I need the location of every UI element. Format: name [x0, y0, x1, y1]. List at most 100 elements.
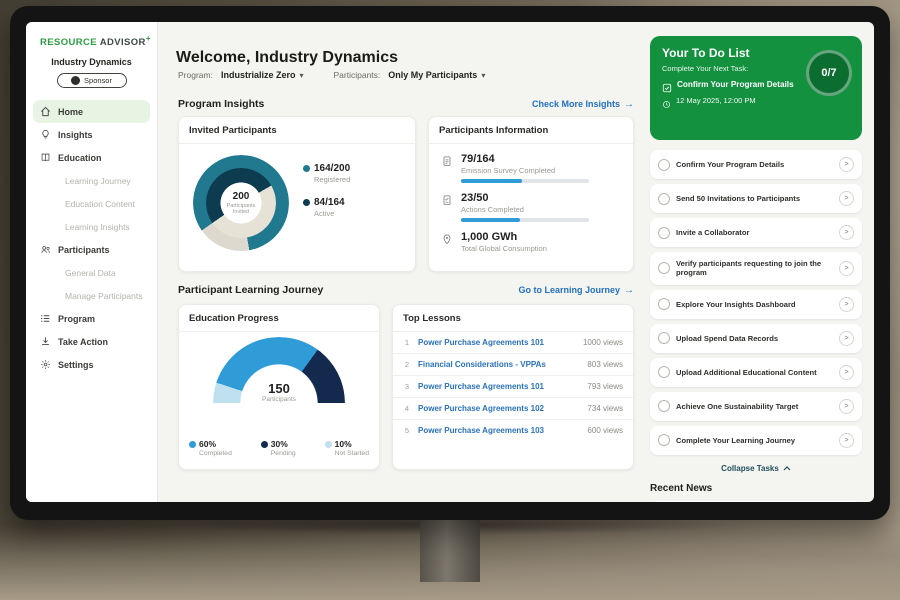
chevron-right-icon[interactable]: > [839, 365, 854, 380]
sidebar-item-home[interactable]: Home [33, 100, 150, 123]
task-item[interactable]: Confirm Your Program Details > [650, 150, 862, 179]
lesson-rank: 3 [403, 382, 411, 391]
chevron-right-icon[interactable]: > [839, 297, 854, 312]
top-lessons-card: Top Lessons 1 Power Purchase Agreements … [392, 304, 634, 470]
lesson-row[interactable]: 4 Power Purchase Agreements 102 734 view… [393, 398, 633, 420]
lesson-link[interactable]: Power Purchase Agreements 101 [418, 338, 576, 347]
legend-label: Not Started [335, 450, 369, 457]
sidebar-item-label: Insights [58, 130, 93, 140]
task-item[interactable]: Upload Spend Data Records > [650, 324, 862, 353]
sidebar-item-education-content[interactable]: Education Content [33, 192, 150, 215]
sidebar-item-settings[interactable]: Settings [33, 353, 150, 376]
checkbox-icon[interactable] [658, 193, 670, 205]
todo-next-task[interactable]: Confirm Your Program Details [662, 80, 802, 90]
go-to-learning-journey-link[interactable]: Go to Learning Journey → [518, 285, 634, 296]
lesson-views: 734 views [587, 404, 623, 413]
todo-panel: Your To Do List Complete Your Next Task:… [650, 22, 862, 502]
lesson-row[interactable]: 2 Financial Considerations - VPPAs 803 v… [393, 354, 633, 376]
task-label: Complete Your Learning Journey [676, 436, 833, 445]
lesson-link[interactable]: Power Purchase Agreements 101 [418, 382, 580, 391]
task-item[interactable]: Upload Additional Educational Content > [650, 358, 862, 387]
logo-secondary: ADVISOR [100, 37, 146, 48]
donut-center: 200 Participants Invited [219, 181, 263, 225]
legend-dot [325, 441, 332, 448]
task-item[interactable]: Complete Your Learning Journey > [650, 426, 862, 455]
checkbox-icon[interactable] [658, 227, 670, 239]
task-list: Confirm Your Program Details > Send 50 I… [650, 150, 862, 455]
sidebar-item-program[interactable]: Program [33, 307, 150, 330]
program-select[interactable]: Industrialize Zero ▾ [221, 70, 304, 80]
lesson-row[interactable]: 3 Power Purchase Agreements 101 793 view… [393, 376, 633, 398]
checkbox-icon[interactable] [658, 298, 670, 310]
task-item[interactable]: Explore Your Insights Dashboard > [650, 290, 862, 319]
recent-news-card[interactable] [650, 501, 862, 502]
legend-value: 10% [335, 439, 352, 449]
sponsor-badge[interactable]: Sponsor [57, 73, 127, 88]
task-item[interactable]: Achieve One Sustainability Target > [650, 392, 862, 421]
checkbox-icon[interactable] [658, 332, 670, 344]
lesson-row[interactable]: 1 Power Purchase Agreements 101 1000 vie… [393, 332, 633, 354]
link-label: Check More Insights [532, 99, 620, 109]
progress-bar [461, 218, 589, 222]
participants-select[interactable]: Only My Participants ▾ [388, 70, 485, 80]
sidebar-item-label: Learning Insights [65, 222, 130, 232]
checkbox-icon[interactable] [658, 434, 670, 446]
invited-participants-card: Invited Participants 200 Participants In… [178, 116, 416, 272]
app-logo: RESOURCE ADVISOR+ [26, 22, 157, 48]
legend-dot [303, 199, 310, 206]
legend-item-active: 84/164 Active [303, 197, 350, 218]
check-more-insights-link[interactable]: Check More Insights → [532, 99, 634, 110]
task-item[interactable]: Invite a Collaborator > [650, 218, 862, 247]
lesson-rank: 1 [403, 338, 411, 347]
link-label: Go to Learning Journey [518, 285, 620, 295]
chevron-right-icon[interactable]: > [839, 157, 854, 172]
donut-center-value: 200 [233, 191, 250, 202]
chevron-right-icon[interactable]: > [839, 261, 854, 276]
collapse-tasks-button[interactable]: Collapse Tasks [650, 464, 862, 473]
lesson-row[interactable]: 5 Power Purchase Agreements 103 600 view… [393, 420, 633, 441]
sidebar-item-learning-journey[interactable]: Learning Journey [33, 169, 150, 192]
sidebar-item-label: Participants [58, 245, 110, 255]
stat-global-consumption: 1,000 GWh Total Global Consumption [429, 222, 633, 253]
chevron-right-icon[interactable]: > [839, 433, 854, 448]
sidebar-item-manage-participants[interactable]: Manage Participants [33, 284, 150, 307]
sidebar-item-label: General Data [65, 268, 116, 278]
checkbox-icon[interactable] [658, 400, 670, 412]
task-label: Upload Spend Data Records [676, 334, 833, 343]
checkbox-icon[interactable] [658, 159, 670, 171]
education-progress-gauge-chart: 150 Participants [213, 337, 345, 403]
sidebar-item-participants[interactable]: Participants [33, 238, 150, 261]
checkbox-check-icon [662, 80, 672, 90]
lesson-link[interactable]: Power Purchase Agreements 103 [418, 426, 580, 435]
sidebar-item-general-data[interactable]: General Data [33, 261, 150, 284]
checkbox-icon[interactable] [658, 366, 670, 378]
chevron-right-icon[interactable]: > [839, 225, 854, 240]
todo-summary-card: Your To Do List Complete Your Next Task:… [650, 36, 862, 140]
sidebar-item-education[interactable]: Education [33, 146, 150, 169]
task-item[interactable]: Send 50 Invitations to Participants > [650, 184, 862, 213]
legend-value: 30% [271, 439, 288, 449]
chevron-right-icon[interactable]: > [839, 191, 854, 206]
program-select-value: Industrialize Zero [221, 70, 296, 80]
lesson-views: 793 views [587, 382, 623, 391]
sidebar-item-insights[interactable]: Insights [33, 123, 150, 146]
sidebar-item-label: Manage Participants [65, 291, 143, 301]
checkbox-icon[interactable] [658, 262, 670, 274]
sidebar-item-take-action[interactable]: Take Action [33, 330, 150, 353]
lesson-link[interactable]: Power Purchase Agreements 102 [418, 404, 580, 413]
lesson-rank: 5 [403, 426, 411, 435]
task-item[interactable]: Verify participants requesting to join t… [650, 252, 862, 285]
people-icon [40, 244, 51, 255]
book-icon [40, 152, 51, 163]
photo-background: RESOURCE ADVISOR+ Industry Dynamics Spon… [0, 0, 900, 600]
monitor-stand [420, 518, 480, 582]
gauge-center-label: Participants [213, 396, 345, 403]
chevron-right-icon[interactable]: > [839, 399, 854, 414]
sidebar-item-learning-insights[interactable]: Learning Insights [33, 215, 150, 238]
legend-label: Completed [199, 450, 232, 457]
monitor-frame: RESOURCE ADVISOR+ Industry Dynamics Spon… [10, 6, 890, 520]
lesson-link[interactable]: Financial Considerations - VPPAs [418, 360, 580, 369]
chevron-right-icon[interactable]: > [839, 331, 854, 346]
stat-value: 79/164 [461, 153, 589, 165]
legend-label: Registered [314, 175, 350, 184]
